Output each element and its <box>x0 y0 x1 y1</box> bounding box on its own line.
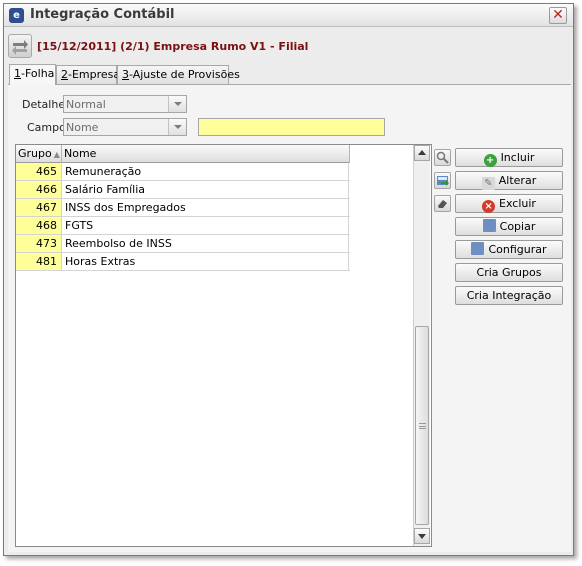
groups-grid[interactable]: Grupo ▲ Nome 465 Remuneração 466 Salário … <box>15 144 432 547</box>
excluir-button[interactable]: × Excluir <box>455 194 563 213</box>
tab-folha-label: -Folha <box>21 67 55 80</box>
grip-icon <box>419 423 426 429</box>
grid-header: Grupo ▲ Nome <box>16 145 350 163</box>
settings-icon <box>471 242 485 255</box>
switch-company-icon[interactable] <box>8 34 32 58</box>
eraser-icon[interactable] <box>434 195 451 212</box>
copiar-label: Copiar <box>499 220 536 233</box>
configurar-button[interactable]: Configurar <box>455 240 563 259</box>
column-header-grupo[interactable]: Grupo ▲ <box>16 145 62 163</box>
cell-grupo: 473 <box>16 235 62 252</box>
plus-icon: + <box>483 154 497 167</box>
close-button[interactable]: ✕ <box>549 7 567 24</box>
campo-label: Campo <box>27 121 66 134</box>
campo-select[interactable]: Nome <box>63 118 187 136</box>
cell-grupo: 481 <box>16 253 62 270</box>
cell-grupo: 467 <box>16 199 62 216</box>
chevron-down-icon[interactable] <box>168 119 186 135</box>
cell-nome: FGTS <box>62 217 349 234</box>
cell-grupo: 468 <box>16 217 62 234</box>
cell-grupo: 465 <box>16 163 62 180</box>
excluir-label: Excluir <box>499 197 536 210</box>
tab-empresa[interactable]: 2-Empresa <box>56 65 121 84</box>
copiar-button[interactable]: Copiar <box>455 217 563 236</box>
cell-nome: Remuneração <box>62 163 349 180</box>
company-header: [15/12/2011] (2/1) Empresa Rumo V1 - Fil… <box>4 28 573 64</box>
cria-integracao-button[interactable]: Cria Integração <box>455 286 563 305</box>
scrollbar-thumb[interactable] <box>415 326 429 525</box>
table-row[interactable]: 473 Reembolso de INSS <box>16 235 350 253</box>
detalhe-value: Normal <box>66 98 106 111</box>
table-row[interactable]: 467 INSS dos Empregados <box>16 199 350 217</box>
campo-value: Nome <box>66 121 99 134</box>
chevron-down-icon[interactable] <box>168 96 186 112</box>
table-row[interactable]: 465 Remuneração <box>16 163 350 181</box>
copy-icon <box>482 219 496 232</box>
tab-empresa-num: 2 <box>61 68 68 81</box>
search-tool-icon[interactable] <box>434 149 451 166</box>
tab-folha-num: 1 <box>14 67 21 80</box>
cell-grupo: 466 <box>16 181 62 198</box>
detalhe-select[interactable]: Normal <box>63 95 187 113</box>
search-input[interactable] <box>198 118 385 136</box>
cell-nome: Horas Extras <box>62 253 349 270</box>
column-grupo-label: Grupo <box>18 147 52 160</box>
integracao-contabil-window: e Integração Contábil ✕ [15/12/2011] (2/… <box>3 3 574 556</box>
sort-ascending-icon: ▲ <box>53 150 60 159</box>
cell-nome: INSS dos Empregados <box>62 199 349 216</box>
tab-ajuste-num: 3 <box>122 68 129 81</box>
tab-ajuste-label: -Ajuste de Provisões <box>129 68 240 81</box>
incluir-button[interactable]: + Incluir <box>455 148 563 167</box>
incluir-label: Incluir <box>500 151 535 164</box>
tab-empresa-label: -Empresa <box>68 68 121 81</box>
scroll-up-arrow-icon[interactable] <box>414 145 430 161</box>
pencil-icon: ✎ <box>481 177 495 190</box>
title-bar[interactable]: e Integração Contábil ✕ <box>4 4 573 27</box>
alterar-label: Alterar <box>498 174 537 187</box>
alterar-button[interactable]: ✎ Alterar <box>455 171 563 190</box>
tab-folha[interactable]: 1-Folha <box>9 64 56 85</box>
company-context-label: [15/12/2011] (2/1) Empresa Rumo V1 - Fil… <box>37 40 309 53</box>
table-row[interactable]: 481 Horas Extras <box>16 253 350 271</box>
cria-grupos-button[interactable]: Cria Grupos <box>455 263 563 282</box>
tab-folha-panel: Detalhe Normal Campo Nome Grupo ▲ Nome 46… <box>8 84 571 552</box>
window-title: Integração Contábil <box>30 7 175 22</box>
grid-vertical-scrollbar[interactable] <box>413 145 430 546</box>
cell-nome: Salário Família <box>62 181 349 198</box>
table-row[interactable]: 468 FGTS <box>16 217 350 235</box>
app-icon: e <box>9 8 24 23</box>
table-row[interactable]: 466 Salário Família <box>16 181 350 199</box>
delete-icon: × <box>482 200 496 213</box>
export-icon[interactable] <box>434 172 451 189</box>
scroll-down-arrow-icon[interactable] <box>414 528 430 544</box>
detalhe-label: Detalhe <box>22 98 66 111</box>
column-header-nome[interactable]: Nome <box>62 145 350 163</box>
cell-nome: Reembolso de INSS <box>62 235 349 252</box>
tab-ajuste-provisoes[interactable]: 3-Ajuste de Provisões <box>117 65 240 84</box>
configurar-label: Configurar <box>488 243 547 256</box>
